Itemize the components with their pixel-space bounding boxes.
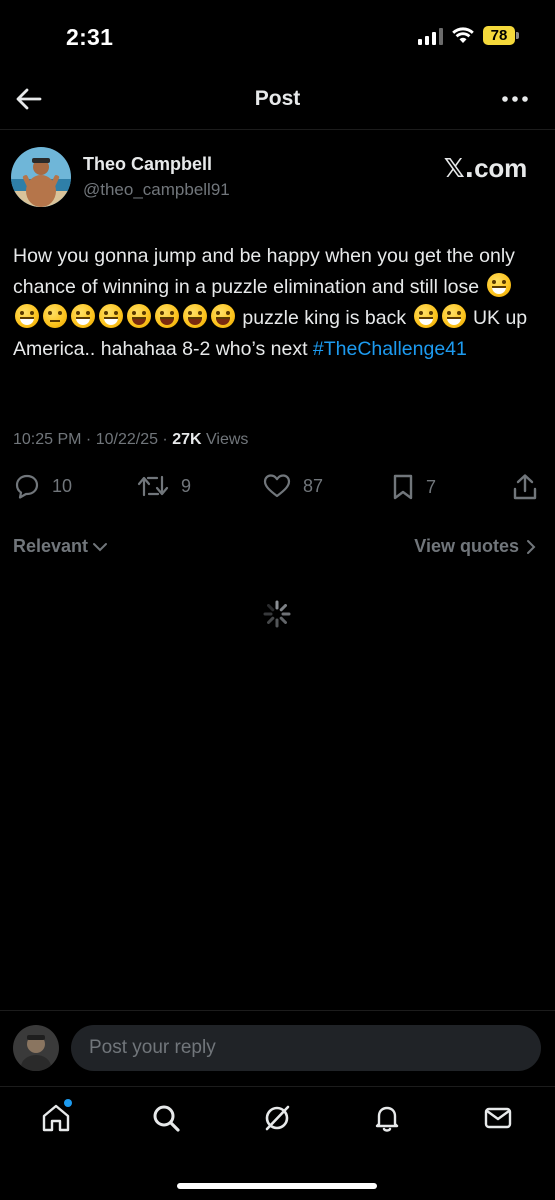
grinning-face-emoji-icon: [486, 273, 511, 297]
tab-notifications[interactable]: [369, 1101, 405, 1135]
bookmark-count: 7: [426, 476, 437, 497]
sort-dropdown[interactable]: Relevant: [13, 536, 108, 557]
repost-icon: [137, 475, 169, 497]
chevron-down-icon: [93, 542, 108, 551]
view-quotes-label: View quotes: [414, 536, 519, 556]
share-icon: [513, 474, 537, 500]
tears-of-joy-emoji-icon: [183, 304, 207, 328]
home-indicator: [177, 1183, 377, 1189]
grok-icon: [265, 1105, 290, 1131]
home-notification-dot: [64, 1099, 72, 1107]
status-bar: 2:31 78: [0, 0, 555, 74]
tears-of-joy-emoji-icon: [127, 304, 151, 328]
cellular-signal-icon: [418, 27, 443, 45]
author-handle[interactable]: @theo_campbell91: [83, 180, 230, 200]
status-indicators: 78: [418, 26, 519, 45]
status-time: 2:31: [66, 24, 114, 50]
reply-button[interactable]: 10: [14, 473, 72, 499]
sort-label: Relevant: [13, 536, 89, 556]
tab-bar: [0, 1086, 555, 1200]
reply-input[interactable]: Post your reply: [71, 1025, 541, 1071]
post-meta: 10:25 PM · 10/22/25 · 27K Views: [13, 431, 248, 449]
share-button[interactable]: [512, 473, 538, 501]
hashtag-link[interactable]: #TheChallenge41: [313, 338, 467, 360]
chevron-right-icon: [527, 539, 536, 554]
tab-messages[interactable]: [480, 1101, 516, 1135]
repost-count: 9: [181, 475, 192, 496]
grinning-face-emoji-icon: [15, 304, 39, 328]
grinning-face-emoji-icon: [71, 304, 95, 328]
views-label: Views: [201, 431, 249, 448]
heart-icon: [263, 474, 291, 498]
reply-bar: Post your reply: [0, 1010, 555, 1086]
reply-filter-row: Relevant View quotes: [0, 536, 555, 566]
bookmark-button[interactable]: 7: [392, 473, 436, 501]
like-button[interactable]: 87: [263, 473, 323, 499]
tears-of-joy-emoji-icon: [155, 304, 179, 328]
post-text-part2: puzzle king is back: [242, 307, 407, 329]
battery-icon: 78: [483, 26, 519, 45]
author-avatar[interactable]: [11, 147, 71, 207]
x-logo-icon: 𝕏.: [443, 154, 475, 184]
rofl-emoji-icon: [211, 304, 235, 328]
more-options-icon[interactable]: [501, 86, 529, 112]
user-avatar[interactable]: [13, 1025, 59, 1071]
page-title: Post: [254, 87, 301, 110]
grinning-face-emoji-icon: [413, 304, 438, 328]
messages-icon: [484, 1107, 512, 1129]
bookmark-icon: [393, 474, 413, 500]
tab-home[interactable]: [38, 1099, 74, 1135]
grinning-face-emoji-icon: [441, 304, 466, 328]
author-name[interactable]: Theo Campbell: [83, 154, 212, 175]
nav-header: Post: [0, 74, 555, 130]
view-quotes-link[interactable]: View quotes: [414, 536, 537, 557]
search-icon: [153, 1105, 180, 1132]
post-timestamp: 10:25 PM · 10/22/25 ·: [13, 431, 173, 448]
raised-eyebrow-emoji-icon: [43, 304, 67, 328]
repost-button[interactable]: 9: [137, 473, 191, 499]
battery-level: 78: [483, 26, 515, 45]
tab-search[interactable]: [148, 1101, 184, 1135]
source-badge-label: com: [474, 153, 527, 183]
post-text-part1: How you gonna jump and be happy when you…: [13, 245, 515, 298]
like-count: 87: [303, 475, 324, 496]
tab-grok[interactable]: [259, 1101, 295, 1135]
views-count[interactable]: 27K: [172, 431, 201, 448]
source-badge: 𝕏.com: [443, 153, 528, 184]
grinning-face-emoji-icon: [99, 304, 123, 328]
post-text: How you gonna jump and be happy when you…: [13, 241, 533, 365]
loading-spinner-icon: [263, 600, 291, 628]
post-actions: 10 9 87 7: [0, 473, 555, 507]
reply-icon: [15, 474, 39, 499]
reply-count: 10: [52, 475, 73, 496]
notifications-icon: [375, 1106, 399, 1132]
wifi-icon: [452, 27, 474, 43]
